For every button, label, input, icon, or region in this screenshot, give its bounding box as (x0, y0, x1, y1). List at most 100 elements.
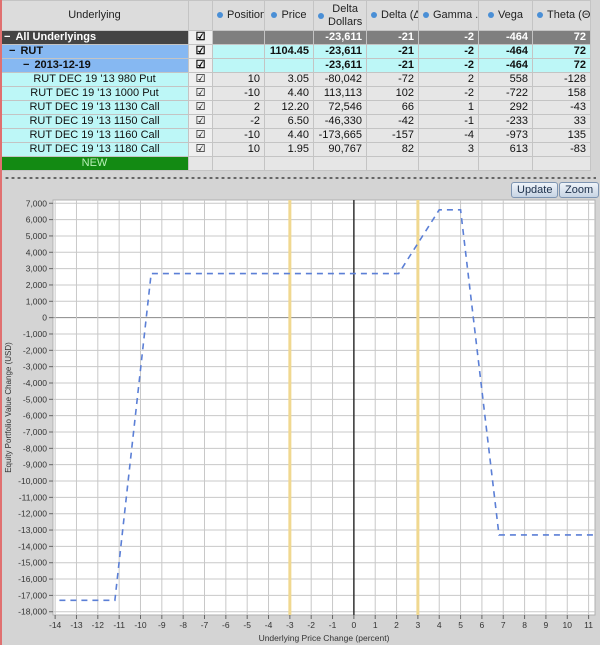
cell-price: 3.05 (264, 72, 314, 87)
pane-splitter[interactable] (4, 177, 596, 179)
table-row-option-leg[interactable]: RUT DEC 19 '13 1150 Call ☑ -2 6.50 -46,330 -4… (0, 114, 591, 129)
cell-vega: -722 (478, 86, 533, 101)
row-checkbox-cell[interactable]: ☑ (188, 100, 213, 115)
table-row-group-exp[interactable]: −2013-12-19 ☑ -23,611 -21 -2 -464 72 (0, 58, 591, 73)
zoom-button[interactable]: Zoom (559, 182, 600, 198)
x-tick-label: 0 (352, 620, 357, 630)
row-checkbox-cell[interactable]: ☑ (188, 128, 213, 143)
checkbox-checked[interactable]: ☑ (196, 130, 206, 142)
cell-gamma: 2 (418, 72, 479, 87)
portfolio-table: Underlying Position Price Delta Dollars D… (0, 0, 591, 171)
checkbox-checked[interactable]: ☑ (196, 88, 206, 100)
cell-position (212, 30, 265, 45)
x-axis-label: Underlying Price Change (percent) (259, 633, 390, 643)
cell-delta: -42 (366, 114, 419, 129)
col-header-theta[interactable]: Theta (Θ) (532, 0, 591, 31)
table-row-option-leg[interactable]: RUT DEC 19 '13 1000 Put ☑ -10 4.40 113,113 10… (0, 86, 591, 101)
cell-gamma: 1 (418, 100, 479, 115)
col-header-underlying[interactable]: Underlying (0, 0, 189, 31)
checkbox-checked[interactable]: ☑ (196, 32, 206, 44)
col-header-vega[interactable]: Vega (478, 0, 533, 31)
cell-theta: 158 (532, 86, 591, 101)
x-tick-label: 4 (437, 620, 442, 630)
x-tick-label: 9 (544, 620, 549, 630)
cell-delta: -21 (366, 44, 419, 59)
table-row-option-leg[interactable]: RUT DEC 19 '13 1160 Call ☑ -10 4.40 -173,665… (0, 128, 591, 143)
table-row-group-all[interactable]: − All Underlyings ☑ -23,611 -21 -2 -464 72 (0, 30, 591, 45)
col-header-position[interactable]: Position (212, 0, 265, 31)
row-checkbox-cell[interactable]: ☑ (188, 114, 213, 129)
row-checkbox-cell[interactable]: ☑ (188, 72, 213, 87)
y-tick-label: 1,000 (26, 296, 48, 306)
table-row-option-leg[interactable]: RUT DEC 19 '13 1130 Call ☑ 2 12.20 72,546 66 1… (0, 100, 591, 115)
y-tick-label: -6,000 (23, 411, 47, 421)
x-tick-label: 7 (501, 620, 506, 630)
cell-gamma: -1 (418, 114, 479, 129)
x-tick-label: 1 (373, 620, 378, 630)
y-tick-label: 2,000 (26, 280, 48, 290)
row-checkbox-cell[interactable]: ☑ (188, 58, 213, 73)
row-name-cell[interactable]: − All Underlyings (0, 30, 189, 45)
col-header-price[interactable]: Price (264, 0, 314, 31)
y-tick-label: -9,000 (23, 460, 47, 470)
y-tick-label: -1,000 (23, 329, 47, 339)
cell-vega: -464 (478, 44, 533, 59)
row-checkbox-cell[interactable]: ☑ (188, 86, 213, 101)
row-name-cell[interactable]: RUT DEC 19 '13 980 Put (0, 72, 189, 87)
y-tick-label: -4,000 (23, 378, 47, 388)
col-header-delta[interactable]: Delta (Δ) (366, 0, 419, 31)
y-tick-label: -3,000 (23, 362, 47, 372)
cell-position: -10 (212, 86, 265, 101)
cell-delta-dollars: 90,767 (313, 142, 367, 157)
x-tick-label: -4 (265, 620, 273, 630)
table-row-group-rut[interactable]: − RUT ☑ 1104.45 -23,611 -21 -2 -464 72 (0, 44, 591, 59)
checkbox-checked[interactable]: ☑ (196, 102, 206, 114)
row-name-cell[interactable]: RUT DEC 19 '13 1000 Put (0, 86, 189, 101)
row-name-cell[interactable]: − RUT (0, 44, 189, 59)
row-checkbox-cell[interactable]: ☑ (188, 44, 213, 59)
y-tick-label: -16,000 (18, 574, 47, 584)
cell-position: -2 (212, 114, 265, 129)
x-tick-label: -5 (243, 620, 251, 630)
row-name-cell[interactable]: RUT DEC 19 '13 1130 Call (0, 100, 189, 115)
cell-price (264, 30, 314, 45)
table-row-new[interactable]: NEW (0, 156, 591, 171)
cell-position: 10 (212, 142, 265, 157)
row-name-cell[interactable]: RUT DEC 19 '13 1180 Call (0, 142, 189, 157)
sort-dot-icon (318, 12, 324, 19)
empty-cell (532, 156, 591, 171)
cell-vega: 613 (478, 142, 533, 157)
col-header-gamma[interactable]: Gamma ... (418, 0, 479, 31)
new-row-button[interactable]: NEW (0, 156, 189, 171)
col-header-delta-dollars[interactable]: Delta Dollars (313, 0, 367, 31)
row-name-cell[interactable]: RUT DEC 19 '13 1160 Call (0, 128, 189, 143)
checkbox-checked[interactable]: ☑ (196, 74, 206, 86)
table-row-option-leg[interactable]: RUT DEC 19 '13 980 Put ☑ 10 3.05 -80,042 -72 2… (0, 72, 591, 87)
cell-gamma: 3 (418, 142, 479, 157)
checkbox-checked[interactable]: ☑ (196, 116, 206, 128)
x-tick-label: -2 (307, 620, 315, 630)
row-checkbox-cell[interactable]: ☑ (188, 142, 213, 157)
cell-price: 6.50 (264, 114, 314, 129)
empty-cell (313, 156, 367, 171)
y-tick-label: -15,000 (18, 558, 47, 568)
row-name: 2013-12-19 (34, 59, 91, 72)
y-tick-label: 4,000 (26, 247, 48, 257)
row-name-cell[interactable]: −2013-12-19 (0, 58, 189, 73)
collapse-icon[interactable]: − (9, 46, 15, 58)
y-tick-label: -17,000 (18, 590, 47, 600)
checkbox-checked[interactable]: ☑ (196, 144, 206, 156)
collapse-icon[interactable]: − (4, 32, 10, 44)
table-row-option-leg[interactable]: RUT DEC 19 '13 1180 Call ☑ 10 1.95 90,767 82 3… (0, 142, 591, 157)
y-tick-label: -5,000 (23, 394, 47, 404)
row-name-cell[interactable]: RUT DEC 19 '13 1150 Call (0, 114, 189, 129)
update-button[interactable]: Update (511, 182, 559, 198)
row-checkbox-cell[interactable]: ☑ (188, 30, 213, 45)
cell-price (264, 58, 314, 73)
cell-gamma: -2 (418, 30, 479, 45)
col-header-checkbox (188, 0, 213, 31)
collapse-icon[interactable]: − (23, 60, 29, 72)
checkbox-checked[interactable]: ☑ (196, 46, 206, 58)
checkbox-checked[interactable]: ☑ (196, 60, 206, 72)
cell-vega: -973 (478, 128, 533, 143)
